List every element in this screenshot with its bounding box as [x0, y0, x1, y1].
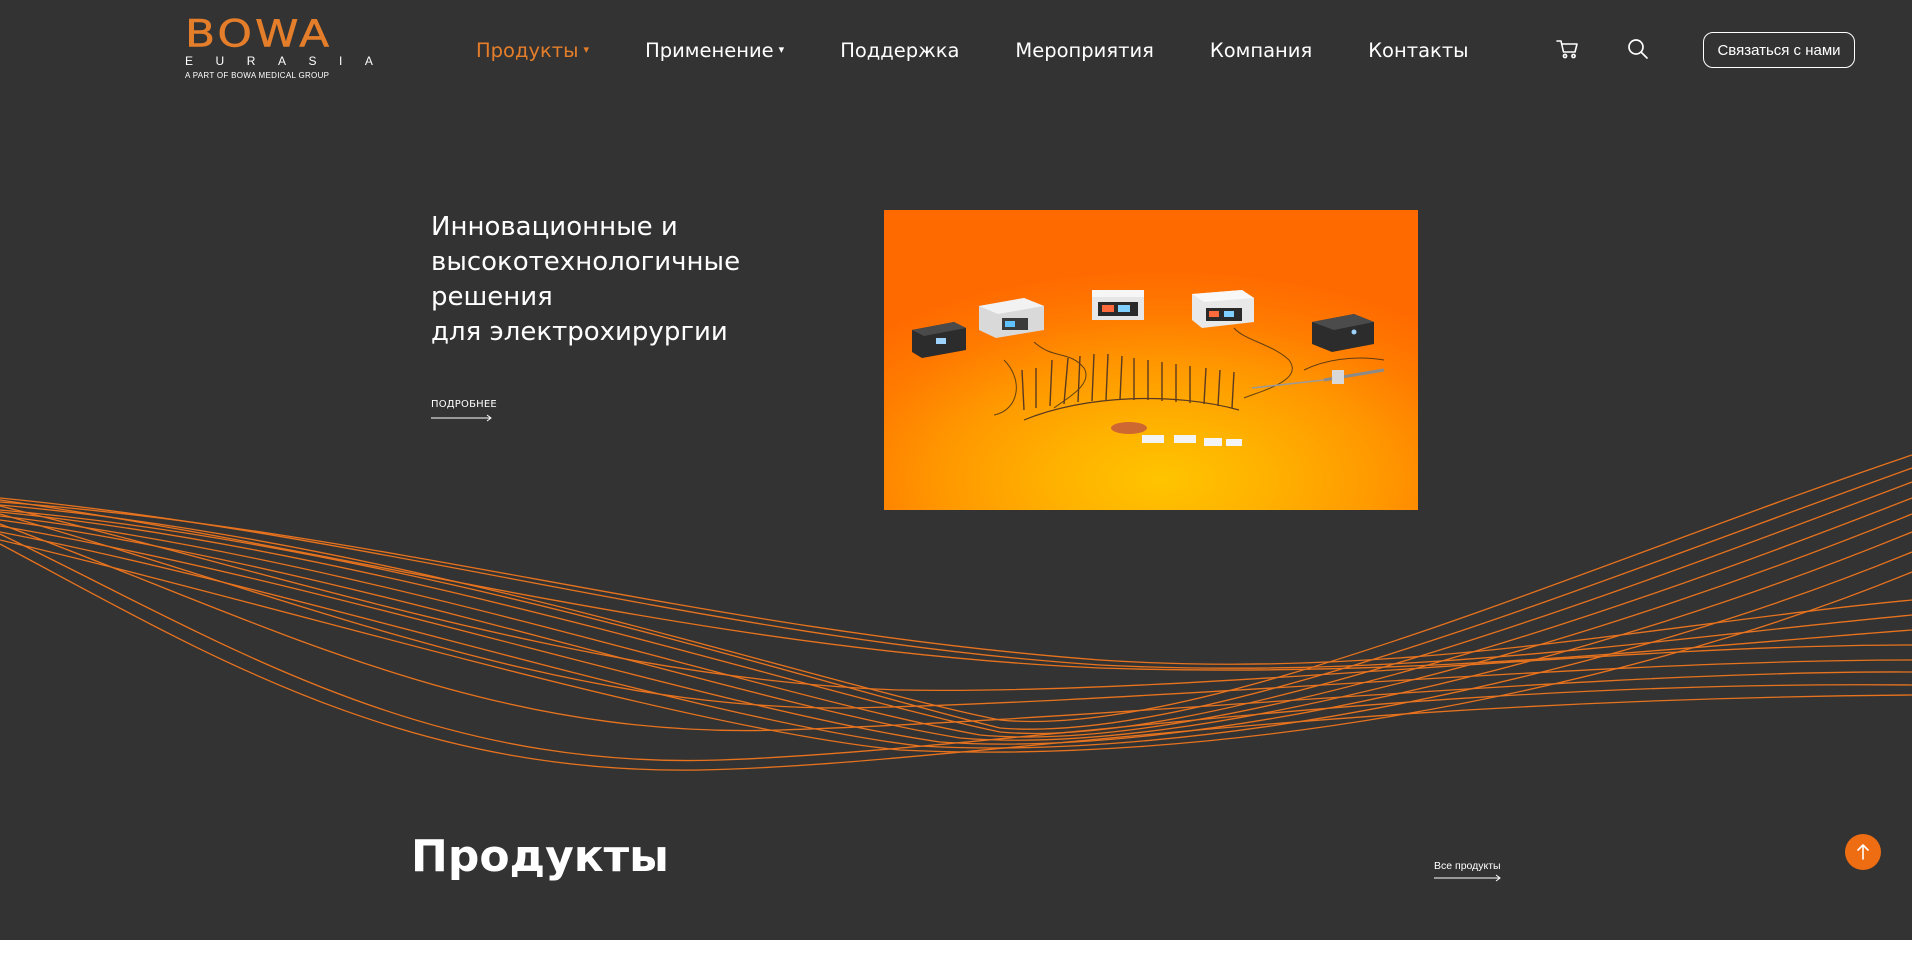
more-link-label: ПОДРОБНЕЕ	[431, 399, 497, 410]
wave-line	[0, 497, 1912, 738]
site-header: BOWA E U R A S I A A PART OF BOWA MEDICA…	[0, 0, 1912, 100]
logo-tagline: A PART OF BOWA MEDICAL GROUP	[185, 71, 330, 80]
nav-item-label: Продукты	[476, 38, 579, 62]
page: BOWA E U R A S I A A PART OF BOWA MEDICA…	[0, 0, 1912, 976]
wave-line	[0, 501, 1912, 665]
nav-item-company[interactable]: Компания	[1210, 39, 1312, 62]
logo-letter: A	[277, 54, 286, 68]
decorative-waves	[0, 454, 1912, 771]
nav-item-support[interactable]: Поддержка	[840, 39, 959, 62]
nav-item-label: Мероприятия	[1015, 38, 1154, 62]
cart-button[interactable]	[1555, 36, 1581, 62]
handpiece	[1251, 368, 1385, 389]
next-section-edge	[0, 940, 1912, 976]
arrow-up-icon	[1857, 844, 1869, 860]
more-link[interactable]: ПОДРОБНЕЕ	[431, 392, 497, 422]
wave-line	[0, 513, 1912, 741]
chevron-down-icon: ▾	[778, 42, 785, 56]
contact-us-button[interactable]: Связаться с нами	[1703, 32, 1855, 68]
products-section-title: Продукты	[411, 831, 669, 882]
nav-item-application[interactable]: Применение ▾	[645, 39, 784, 62]
cart-icon	[1556, 40, 1578, 59]
generator-device	[1092, 290, 1144, 320]
wave-line	[0, 497, 1912, 669]
chevron-down-icon: ▾	[583, 42, 590, 56]
wave-line	[0, 513, 1912, 709]
generator-device	[1192, 290, 1254, 328]
nav-item-label: Поддержка	[840, 38, 960, 62]
hero-title-line: Инновационные и	[431, 212, 678, 242]
wave-line	[0, 523, 1912, 732]
nav-item-label: Компания	[1209, 38, 1313, 62]
search-button[interactable]	[1625, 36, 1651, 62]
all-products-link[interactable]: Все продукты	[1434, 854, 1504, 884]
logo-letter: E	[185, 54, 194, 68]
hero-title-line: решения	[431, 282, 553, 312]
hero-title-line: для электрохирургии	[431, 317, 728, 347]
all-products-label: Все продукты	[1434, 860, 1501, 872]
hero-title-line: высокотехнологичные	[431, 247, 741, 277]
logo-letter: I	[339, 54, 343, 68]
logo-wordmark: BOWA	[185, 12, 333, 56]
arrow-right-icon	[431, 414, 492, 422]
nav-item-products[interactable]: Продукты ▾	[476, 39, 589, 62]
nav-item-label: Применение	[645, 38, 774, 62]
nav-item-label: Контакты	[1368, 38, 1469, 62]
generator-device	[979, 298, 1044, 338]
logo-letter: R	[246, 54, 256, 68]
wave-line	[0, 481, 1912, 735]
arrow-right-icon	[1434, 874, 1501, 882]
generator-device	[1312, 314, 1374, 352]
logo-letter: S	[308, 54, 317, 68]
scroll-to-top-button[interactable]	[1845, 834, 1881, 870]
instruments-fan	[1021, 353, 1240, 421]
logo-letter: U	[215, 54, 225, 68]
logo-letter: A	[364, 54, 373, 68]
nav-item-contacts[interactable]: Контакты	[1368, 39, 1468, 62]
logo-subtitle: E U R A S I A	[185, 54, 373, 68]
wave-line	[0, 543, 1912, 771]
logo-link[interactable]: BOWA E U R A S I A A PART OF BOWA MEDICA…	[185, 12, 375, 82]
nav-item-events[interactable]: Мероприятия	[1015, 39, 1153, 62]
hero-title: Инновационные и высокотехнологичные реше…	[431, 210, 791, 350]
generator-device	[912, 322, 966, 358]
wave-line	[0, 533, 1912, 762]
main-nav: Продукты ▾ Применение ▾ Поддержка Меропр…	[476, 35, 1525, 65]
search-icon	[1628, 39, 1648, 59]
